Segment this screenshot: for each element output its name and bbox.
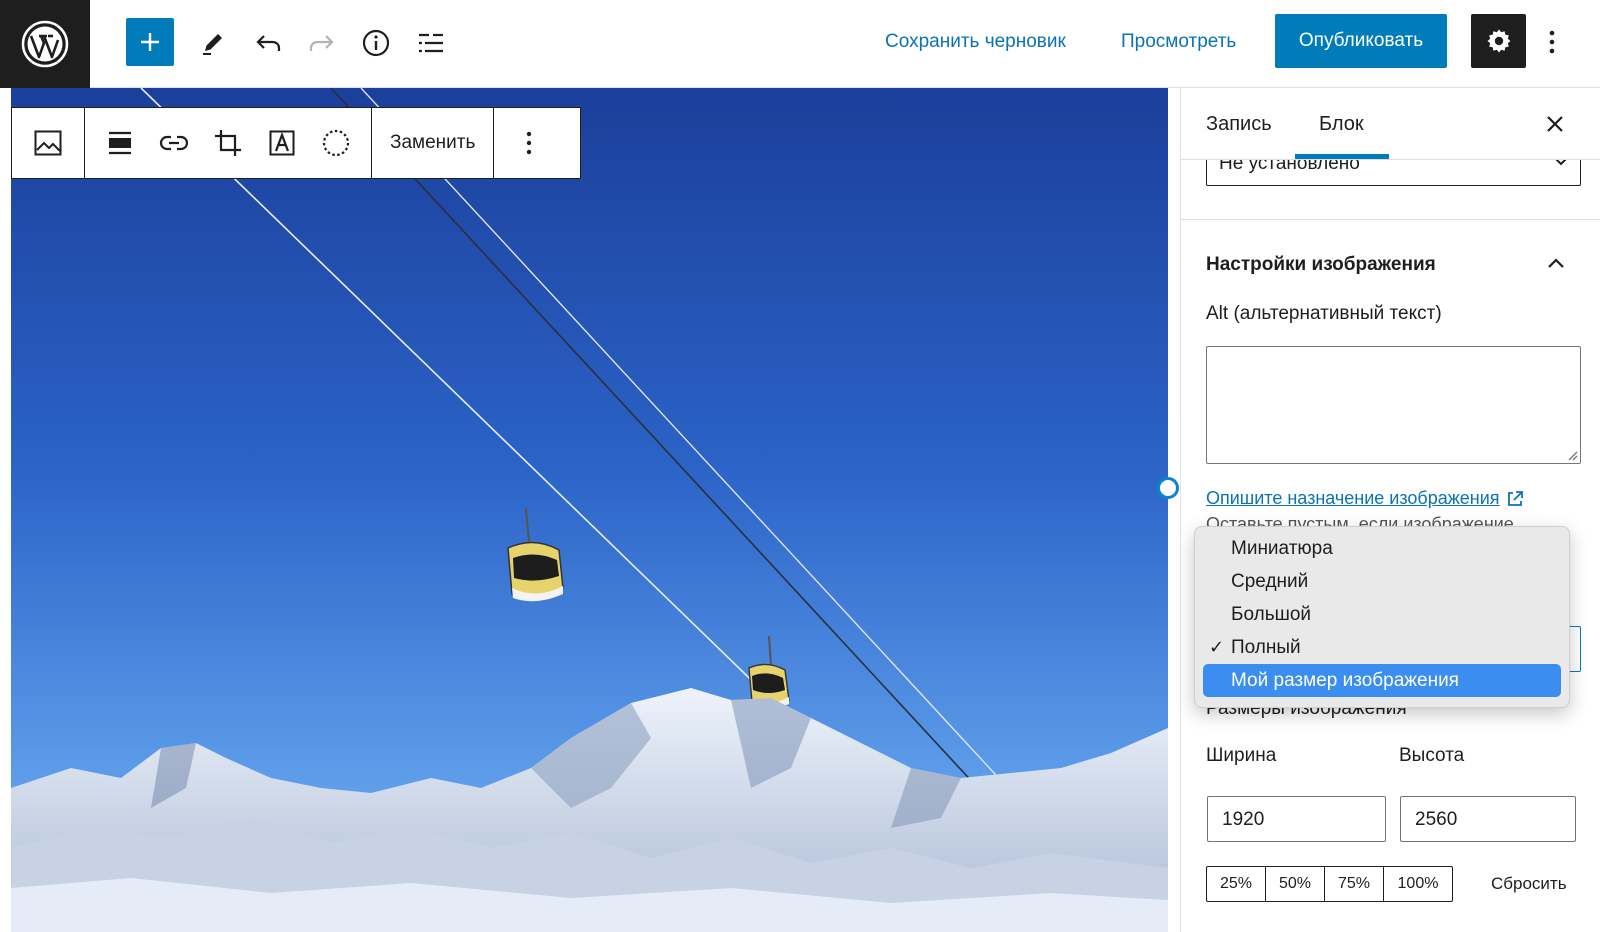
info-icon <box>362 29 390 57</box>
link-icon <box>159 135 189 151</box>
alt-help-link-text: Опишите назначение изображения <box>1206 488 1500 508</box>
publish-button[interactable]: Опубликовать <box>1275 14 1447 68</box>
external-link-icon <box>1507 491 1523 507</box>
redo-icon <box>309 35 334 51</box>
size-option-custom[interactable]: Мой размер изображения <box>1203 664 1561 697</box>
active-tab-indicator <box>1295 154 1389 159</box>
list-view-icon <box>419 33 443 53</box>
crop-button[interactable] <box>201 108 255 178</box>
save-draft-button[interactable]: Сохранить черновик <box>885 28 1066 56</box>
redo-button[interactable] <box>299 20 345 66</box>
scale-25-button[interactable]: 25% <box>1207 867 1266 901</box>
size-option-full[interactable]: ✓ Полный <box>1195 631 1569 664</box>
size-option-medium[interactable]: Средний <box>1195 565 1569 598</box>
tab-block[interactable]: Блок <box>1319 110 1364 138</box>
pencil-icon <box>203 34 222 55</box>
align-full-icon <box>109 131 131 155</box>
height-input[interactable]: 2560 <box>1400 796 1576 842</box>
tab-post[interactable]: Запись <box>1206 110 1272 138</box>
block-options-button[interactable] <box>494 108 564 178</box>
size-option-label: Большой <box>1231 604 1312 625</box>
image-settings-title[interactable]: Настройки изображения <box>1206 251 1436 279</box>
gear-icon <box>1487 29 1510 53</box>
text-over-image-icon <box>269 130 295 156</box>
width-label: Ширина <box>1206 745 1277 766</box>
add-block-button[interactable] <box>126 18 174 66</box>
alt-help-link[interactable]: Опишите назначение изображения <box>1206 485 1524 511</box>
section-divider <box>1181 219 1600 220</box>
block-type-button[interactable] <box>12 108 84 178</box>
image-size-dropdown: Миниатюра Средний Большой ✓ Полный Мой р… <box>1194 526 1570 708</box>
preview-button[interactable]: Просмотреть <box>1121 28 1236 56</box>
size-option-large[interactable]: Большой <box>1195 598 1569 631</box>
tools-button[interactable] <box>190 20 236 66</box>
more-vertical-icon <box>1549 30 1555 54</box>
text-overlay-button[interactable] <box>255 108 309 178</box>
size-option-label: Полный <box>1231 637 1301 658</box>
editor-canvas <box>0 88 1180 932</box>
options-button[interactable] <box>1536 20 1568 64</box>
checkmark-icon: ✓ <box>1209 637 1225 657</box>
settings-sidebar: Не установлено Запись Блок Настройки изо… <box>1180 88 1600 932</box>
reset-size-button[interactable]: Сбросить <box>1491 872 1567 896</box>
resize-grip-icon[interactable] <box>1566 449 1578 461</box>
duotone-circle-icon <box>322 129 350 157</box>
plus-icon <box>141 33 159 51</box>
settings-button[interactable] <box>1471 14 1526 68</box>
percentage-buttons: 25% 50% 75% 100% <box>1206 866 1453 902</box>
duotone-button[interactable] <box>309 108 363 178</box>
undo-icon <box>256 35 281 51</box>
scale-50-button[interactable]: 50% <box>1266 867 1325 901</box>
list-view-button[interactable] <box>408 20 454 66</box>
details-button[interactable] <box>353 20 399 66</box>
mountain-cable-car-photo <box>11 88 1168 932</box>
collapse-section-button[interactable] <box>1541 248 1571 278</box>
crop-icon <box>215 130 241 156</box>
block-toolbar: Заменить <box>11 107 581 179</box>
alt-text-label: Alt (альтернативный текст) <box>1206 303 1442 324</box>
image-icon <box>34 130 62 156</box>
scale-100-button[interactable]: 100% <box>1384 867 1452 901</box>
editor-header: Сохранить черновик Просмотреть Опубликов… <box>0 0 1600 88</box>
size-option-label: Мой размер изображения <box>1231 670 1459 691</box>
chevron-up-icon <box>1548 258 1564 268</box>
replace-button[interactable]: Заменить <box>372 108 493 178</box>
height-label: Высота <box>1399 745 1465 766</box>
scale-75-button[interactable]: 75% <box>1325 867 1384 901</box>
align-button[interactable] <box>93 108 147 178</box>
sidebar-tabs: Запись Блок <box>1181 88 1600 160</box>
link-button[interactable] <box>147 108 201 178</box>
size-option-label: Средний <box>1231 571 1309 592</box>
wordpress-logo-icon <box>21 20 69 68</box>
close-icon <box>1547 116 1563 132</box>
size-option-label: Миниатюра <box>1231 538 1333 559</box>
width-input[interactable]: 1920 <box>1207 796 1386 842</box>
close-sidebar-button[interactable] <box>1539 108 1571 140</box>
image-block[interactable] <box>11 88 1168 932</box>
wordpress-logo-button[interactable] <box>0 0 90 88</box>
alt-text-input[interactable] <box>1206 346 1581 464</box>
image-resize-handle[interactable] <box>1157 477 1179 499</box>
more-vertical-icon <box>527 131 532 155</box>
undo-button[interactable] <box>245 20 291 66</box>
size-option-thumbnail[interactable]: Миниатюра <box>1195 532 1569 565</box>
